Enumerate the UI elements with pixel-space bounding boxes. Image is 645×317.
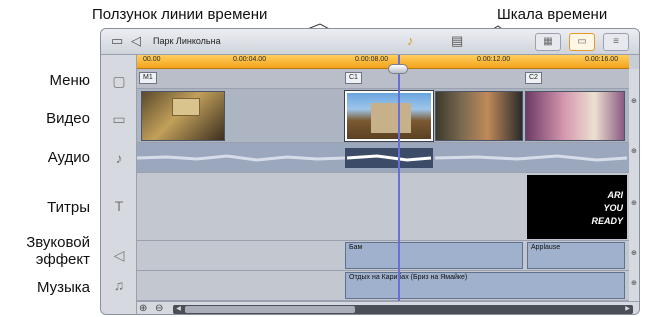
title-line: READY — [591, 216, 623, 226]
video-track-icon[interactable]: ▭ — [109, 111, 129, 128]
video-clip[interactable] — [525, 91, 625, 141]
audio-track[interactable] — [137, 143, 629, 173]
timeline-scrollbar[interactable]: ◀ ▶ — [173, 305, 633, 314]
timeline-scrubber-handle[interactable] — [388, 64, 408, 74]
scroll-right-icon[interactable]: ▶ — [623, 306, 632, 313]
sfx-clip[interactable]: Бам — [345, 242, 523, 269]
timeline-ruler[interactable]: 00.00 0.00:04.00 0.00:08.00 0.00:12.00 0… — [137, 55, 629, 69]
speaker-icon[interactable]: ◁ — [131, 34, 141, 48]
zoom-out-icon[interactable]: ⊖ — [155, 303, 163, 314]
sound-effect-track[interactable]: Бам Applause — [137, 241, 629, 271]
zoom-in-icon[interactable]: ⊕ — [139, 303, 147, 314]
menu-marker[interactable]: M1 — [139, 72, 157, 84]
ruler-callout: Шкала времени — [497, 6, 608, 23]
video-clip[interactable] — [435, 91, 523, 141]
sfx-clip[interactable]: Applause — [527, 242, 625, 269]
chapter-marker[interactable]: C1 — [345, 72, 362, 84]
track-label-video: Видео — [46, 110, 90, 127]
title-track-icon[interactable]: T — [109, 198, 129, 214]
project-name: Парк Линкольна — [153, 36, 221, 46]
track-label-music: Музыка — [36, 279, 90, 296]
music-clip-label: Отдых на Карибах (Бриз на Ямайке) — [349, 274, 468, 281]
timeline-bottom-bar: ⊕ ⊖ ◀ ▶ — [137, 301, 639, 314]
audio-sync-icon[interactable]: ♪ — [407, 34, 414, 48]
lock-icon[interactable]: ⊕ — [631, 147, 637, 155]
audio-track-icon[interactable]: ♪ — [109, 150, 129, 166]
music-clip[interactable]: Отдых на Карибах (Бриз на Ямайке) — [345, 272, 625, 299]
track-label-titles: Титры — [47, 199, 90, 216]
timeline-view-icon[interactable]: ▭ — [569, 33, 595, 51]
lock-icon[interactable]: ⊕ — [631, 97, 637, 105]
ruler-tick: 0.00:12.00 — [477, 56, 511, 63]
track-label-audio: Аудио — [47, 149, 90, 166]
video-track[interactable] — [137, 89, 629, 143]
timeline-scrubber-line — [398, 55, 400, 301]
timeline-editor: ▭ ◁ Парк Линкольна ♪ ▤ ▦ ▭ ≡ ▢ ▭ ♪ T ◁ ♫… — [100, 28, 640, 315]
ruler-tick: 0.00:08.00 — [355, 56, 389, 63]
video-clip-selected[interactable] — [344, 90, 434, 142]
markers-icon[interactable]: ▤ — [451, 34, 463, 48]
scrubber-callout: Ползунок линии времени — [92, 6, 268, 23]
track-label-sfx: Звуковой эффект — [26, 234, 90, 268]
timeline-toolbar: ▭ ◁ Парк Линкольна ♪ ▤ ▦ ▭ ≡ — [101, 29, 639, 55]
audio-waveform — [137, 148, 627, 168]
ruler-tick: 0.00:04.00 — [233, 56, 267, 63]
scroll-left-icon[interactable]: ◀ — [174, 306, 183, 313]
scrollbar-thumb[interactable] — [185, 306, 355, 313]
sfx-clip-label: Applause — [531, 244, 561, 251]
lock-icon[interactable]: ⊕ — [631, 199, 637, 207]
ruler-tick: 0.00:16.00 — [585, 56, 619, 63]
menu-track-icon[interactable]: ▢ — [109, 73, 129, 90]
sfx-clip-label: Бам — [349, 244, 363, 251]
video-clip-menu[interactable] — [141, 91, 225, 141]
track-controls-column: ⊕ ⊕ ⊕ ⊕ ⊕ — [629, 69, 639, 301]
lock-icon[interactable]: ⊕ — [631, 279, 637, 287]
title-line: YOU — [603, 203, 623, 213]
storyboard-view-icon[interactable]: ▦ — [535, 33, 561, 51]
music-track-icon[interactable]: ♫ — [109, 277, 129, 293]
text-view-icon[interactable]: ≡ — [603, 33, 629, 51]
track-header-gutter: ▢ ▭ ♪ T ◁ ♫ — [101, 55, 137, 314]
film-icon[interactable]: ▭ — [111, 34, 123, 48]
track-label-menu: Меню — [49, 72, 90, 89]
title-clip[interactable]: ARI YOU READY — [527, 175, 627, 239]
title-track[interactable]: ARI YOU READY — [137, 173, 629, 241]
sfx-track-icon[interactable]: ◁ — [109, 247, 129, 264]
ruler-tick: 00.00 — [143, 56, 161, 63]
music-track[interactable]: Отдых на Карибах (Бриз на Ямайке) — [137, 271, 629, 301]
chapter-marker[interactable]: C2 — [525, 72, 542, 84]
lock-icon[interactable]: ⊕ — [631, 249, 637, 257]
menu-track[interactable]: M1 C1 C2 — [137, 69, 629, 89]
title-line: ARI — [607, 190, 624, 200]
